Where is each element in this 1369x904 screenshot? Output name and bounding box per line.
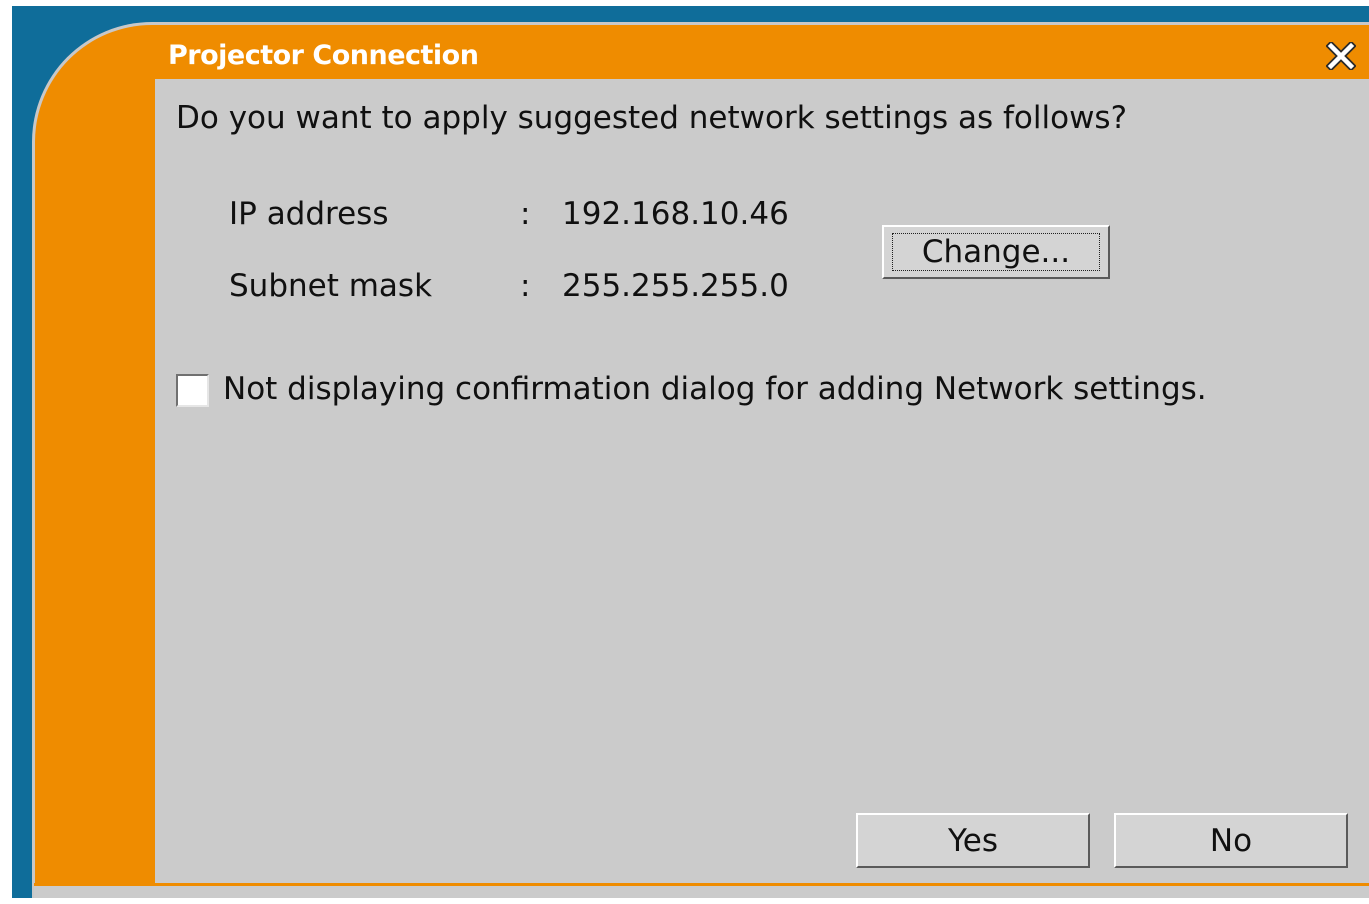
close-button[interactable]	[1322, 38, 1360, 74]
subnet-mask-separator: :	[520, 268, 531, 304]
no-button[interactable]: No	[1114, 813, 1348, 868]
ip-address-label: IP address	[229, 196, 389, 232]
ip-address-separator: :	[520, 196, 531, 232]
confirmation-question: Do you want to apply suggested network s…	[176, 100, 1128, 136]
subnet-mask-value: 255.255.255.0	[562, 268, 789, 304]
no-button-label: No	[1209, 822, 1253, 859]
screen: Projector Connection Do you want to appl…	[0, 0, 1369, 904]
focus-ring	[892, 233, 1100, 271]
ip-address-value: 192.168.10.46	[562, 196, 789, 232]
dont-show-again-label[interactable]: Not displaying confirmation dialog for a…	[223, 371, 1207, 407]
subnet-mask-label: Subnet mask	[229, 268, 433, 304]
window-bottom-border-light	[34, 886, 1369, 898]
close-icon	[1326, 42, 1356, 70]
change-button[interactable]: Change...	[882, 225, 1110, 279]
yes-button[interactable]: Yes	[856, 813, 1090, 868]
dont-show-again-checkbox[interactable]	[176, 374, 209, 407]
yes-button-label: Yes	[947, 822, 999, 859]
dialog-title: Projector Connection	[168, 40, 479, 71]
